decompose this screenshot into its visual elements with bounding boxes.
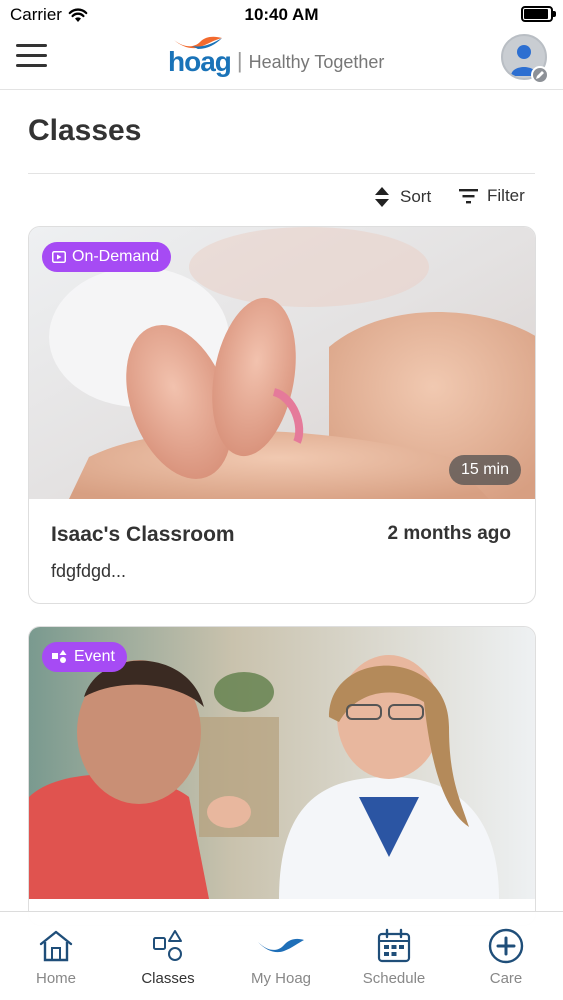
clock: 10:40 AM bbox=[244, 5, 319, 24]
pencil-icon[interactable] bbox=[531, 66, 549, 84]
class-title: Isaac's Classroom bbox=[51, 523, 235, 546]
brand-divider: | bbox=[236, 48, 243, 73]
battery-icon bbox=[521, 6, 556, 22]
filter-icon bbox=[459, 189, 478, 204]
status-bar: Carrier 10:40 AM bbox=[0, 0, 563, 30]
tab-label: Care bbox=[489, 970, 523, 987]
app-header: hoag | Healthy Together bbox=[0, 30, 563, 90]
class-time-ago: 2 months ago bbox=[387, 523, 511, 544]
tab-classes[interactable]: Classes bbox=[112, 912, 224, 1000]
tab-label: Schedule bbox=[362, 970, 426, 987]
shapes-icon bbox=[153, 930, 182, 961]
video-play-icon bbox=[52, 251, 66, 263]
class-card[interactable]: Event bbox=[28, 626, 536, 926]
class-description: fdgfdgd... bbox=[51, 561, 127, 581]
tab-schedule[interactable]: Schedule bbox=[338, 912, 450, 1000]
tab-home[interactable]: Home bbox=[0, 912, 112, 1000]
class-card[interactable]: On-Demand 15 min Isaac's Classroom 2 mon… bbox=[28, 226, 536, 604]
home-icon bbox=[39, 930, 73, 962]
duration-pill: 15 min bbox=[448, 455, 521, 485]
sort-icon bbox=[375, 187, 389, 207]
shapes-icon bbox=[52, 650, 67, 663]
badge-label: On-Demand bbox=[72, 248, 160, 265]
divider bbox=[28, 173, 535, 174]
sort-button[interactable]: Sort bbox=[374, 186, 431, 208]
class-image: Event bbox=[29, 627, 535, 899]
tab-label: Classes bbox=[141, 970, 195, 987]
badge-label: Event bbox=[74, 648, 115, 665]
tab-label: Home bbox=[35, 970, 76, 987]
class-type-badge: Event bbox=[42, 642, 127, 672]
plus-circle-icon bbox=[488, 928, 524, 964]
brand-name: hoag bbox=[168, 46, 232, 77]
brand-tagline: Healthy Together bbox=[248, 52, 385, 72]
tab-my-hoag[interactable]: My Hoag bbox=[225, 912, 337, 1000]
filter-button[interactable]: Filter bbox=[459, 186, 525, 206]
sort-label: Sort bbox=[400, 187, 432, 206]
hoag-swoosh-icon bbox=[258, 938, 304, 953]
page-title: Classes bbox=[28, 114, 142, 147]
tab-label: My Hoag bbox=[250, 970, 312, 987]
class-type-badge: On-Demand bbox=[42, 242, 172, 272]
brand-logo: hoag | Healthy Together bbox=[168, 36, 384, 78]
bottom-tab-bar: Home Classes My Hoag Schedule Care bbox=[0, 911, 563, 1000]
class-image: On-Demand 15 min bbox=[29, 227, 535, 499]
calendar-icon bbox=[377, 928, 411, 963]
tab-care[interactable]: Care bbox=[450, 912, 562, 1000]
hamburger-menu-icon[interactable] bbox=[16, 44, 48, 68]
hoag-swoosh-icon bbox=[174, 36, 222, 49]
brand-wordmark: hoag bbox=[168, 36, 232, 78]
filter-label: Filter bbox=[487, 186, 525, 205]
